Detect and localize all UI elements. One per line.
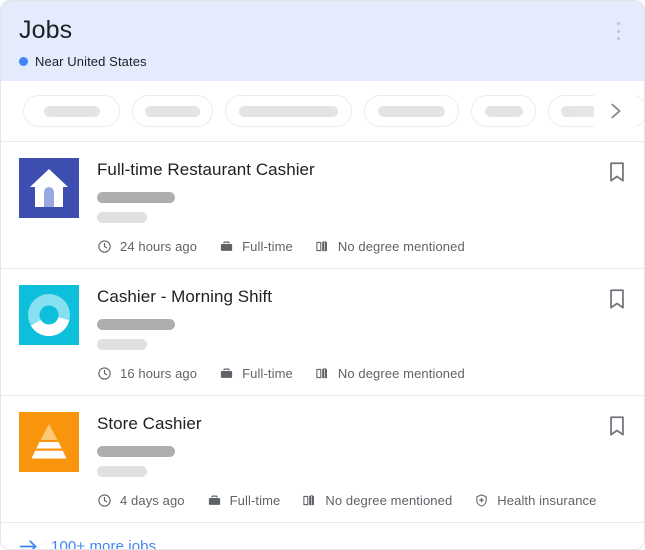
job-meta-label: No degree mentioned [338, 239, 465, 254]
job-meta-item: No degree mentioned [302, 493, 452, 508]
briefcase-icon [207, 493, 222, 508]
job-title: Full-time Restaurant Cashier [97, 159, 626, 181]
job-meta-item: 4 days ago [97, 493, 185, 508]
company-name-placeholder [97, 446, 175, 457]
company-logo [19, 285, 79, 345]
job-title: Store Cashier [97, 413, 626, 435]
more-jobs-button[interactable]: 100+ more jobs [1, 522, 644, 550]
job-source-placeholder [97, 339, 147, 350]
job-meta-item: No degree mentioned [315, 366, 465, 381]
job-card-body: Full-time Restaurant Cashier 24 hours ago… [97, 158, 626, 254]
company-name-placeholder [97, 319, 175, 330]
arrow-right-icon [18, 536, 39, 550]
job-source-placeholder [97, 212, 147, 223]
filter-chip-row [1, 81, 644, 141]
company-logo [19, 158, 79, 218]
home-icon [19, 158, 79, 218]
job-card[interactable]: Store Cashier 4 days ago Full-time No degre… [1, 395, 644, 522]
job-list: Full-time Restaurant Cashier 24 hours ago… [1, 141, 644, 522]
more-vert-icon[interactable] [609, 20, 627, 42]
filter-chip-1[interactable] [23, 95, 120, 127]
job-meta-label: 16 hours ago [120, 366, 197, 381]
filter-chip-4[interactable] [364, 95, 459, 127]
bookmark-icon[interactable] [606, 414, 628, 438]
job-meta-row: 4 days ago Full-time No degree mentioned He… [97, 493, 626, 508]
briefcase-icon [219, 239, 234, 254]
jobs-widget: Jobs Near United States Full-time Restau… [0, 0, 645, 550]
filter-chip-5[interactable] [471, 95, 536, 127]
filter-chip-placeholder [378, 106, 445, 117]
job-meta-row: 24 hours ago Full-time No degree mentioned [97, 239, 626, 254]
clock-icon [97, 493, 112, 508]
jobs-header: Jobs Near United States [1, 1, 644, 81]
shield-health-icon [474, 493, 489, 508]
company-logo [19, 412, 79, 472]
job-card[interactable]: Cashier - Morning Shift 16 hours ago Full-… [1, 268, 644, 395]
briefcase-icon [219, 366, 234, 381]
page-title: Jobs [19, 15, 626, 45]
job-card-body: Cashier - Morning Shift 16 hours ago Full-… [97, 285, 626, 381]
degree-icon [315, 366, 330, 381]
location-row: Near United States [19, 54, 626, 69]
job-meta-item: Full-time [207, 493, 281, 508]
bookmark-icon[interactable] [606, 160, 628, 184]
job-meta-item: 16 hours ago [97, 366, 197, 381]
job-meta-item: Full-time [219, 366, 293, 381]
donut-icon [19, 285, 79, 345]
bookmark-icon[interactable] [606, 287, 628, 311]
filter-chip-placeholder [44, 106, 100, 117]
job-meta-label: No degree mentioned [325, 493, 452, 508]
job-meta-label: Full-time [242, 366, 293, 381]
filter-chip-placeholder [145, 106, 200, 117]
job-meta-item: No degree mentioned [315, 239, 465, 254]
job-card-body: Store Cashier 4 days ago Full-time No degre… [97, 412, 626, 508]
degree-icon [315, 239, 330, 254]
location-label: Near United States [35, 54, 147, 69]
job-meta-item: Full-time [219, 239, 293, 254]
job-meta-row: 16 hours ago Full-time No degree mentioned [97, 366, 626, 381]
filter-chip-placeholder [485, 106, 523, 117]
job-card[interactable]: Full-time Restaurant Cashier 24 hours ago… [1, 141, 644, 268]
job-meta-item: Health insurance [474, 493, 596, 508]
job-meta-label: Full-time [230, 493, 281, 508]
filter-chip-2[interactable] [132, 95, 213, 127]
job-title: Cashier - Morning Shift [97, 286, 626, 308]
clock-icon [97, 366, 112, 381]
job-source-placeholder [97, 466, 147, 477]
job-meta-item: 24 hours ago [97, 239, 197, 254]
job-meta-label: 24 hours ago [120, 239, 197, 254]
company-name-placeholder [97, 192, 175, 203]
job-meta-label: 4 days ago [120, 493, 185, 508]
filter-chip-3[interactable] [225, 95, 352, 127]
clock-icon [97, 239, 112, 254]
job-meta-label: Health insurance [497, 493, 596, 508]
filter-chip-placeholder [239, 106, 338, 117]
chevron-right-icon[interactable] [594, 81, 636, 141]
pyramid-icon [19, 412, 79, 472]
degree-icon [302, 493, 317, 508]
location-dot-icon [19, 57, 28, 66]
job-meta-label: No degree mentioned [338, 366, 465, 381]
job-meta-label: Full-time [242, 239, 293, 254]
more-jobs-label: 100+ more jobs [51, 538, 156, 550]
